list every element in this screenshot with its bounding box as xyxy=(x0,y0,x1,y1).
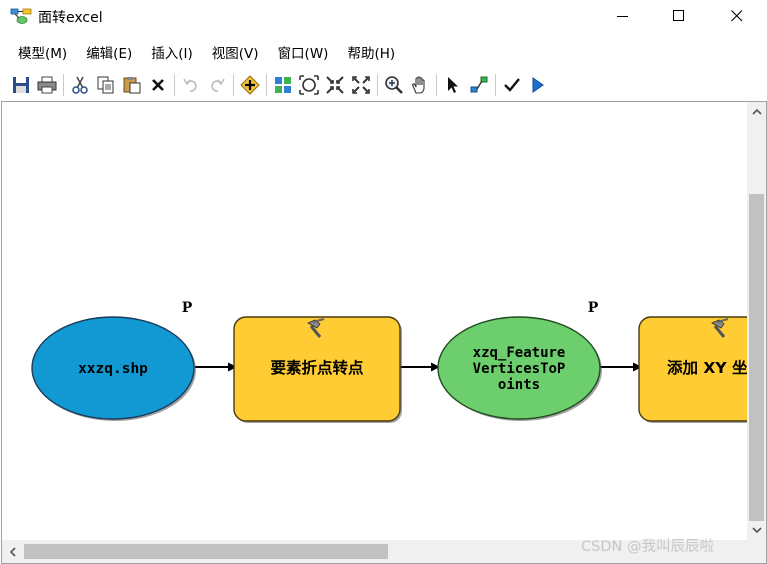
tool-node-label: 添加 XY 坐 xyxy=(667,358,748,377)
fixed-zoom-out-icon xyxy=(352,76,370,94)
cut-button[interactable] xyxy=(67,72,93,98)
toolbar-separator xyxy=(436,74,437,96)
scroll-up-button[interactable] xyxy=(747,102,766,121)
copy-icon xyxy=(97,76,114,94)
derived-data-node[interactable]: xzq_Feature VerticesToP oints xyxy=(437,316,602,421)
save-icon xyxy=(13,77,29,93)
toolbar-separator xyxy=(63,74,64,96)
run-button[interactable] xyxy=(525,72,551,98)
chevron-down-icon xyxy=(751,527,762,534)
toolbar xyxy=(8,70,588,100)
menu-bar: 模型(M) 编辑(E) 插入(I) 视图(V) 窗口(W) 帮助(H) xyxy=(0,38,767,64)
maximize-button[interactable] xyxy=(656,0,702,32)
tool-node-add-xy[interactable]: 添加 XY 坐 xyxy=(638,316,748,423)
connect-icon xyxy=(470,76,488,93)
delete-button[interactable] xyxy=(145,72,171,98)
select-icon xyxy=(448,77,458,93)
parameter-badge: P xyxy=(182,300,193,316)
scroll-left-button[interactable] xyxy=(2,540,22,563)
copy-button[interactable] xyxy=(93,72,119,98)
derived-data-label-line-3: oints xyxy=(498,377,540,393)
input-data-label: xxzq.shp xyxy=(78,361,148,377)
model-diagram: xxzq.shp P 要素折点转点 xzq_Feature VerticesTo… xyxy=(31,300,748,423)
pan-icon xyxy=(412,76,425,94)
connect-button[interactable] xyxy=(466,72,492,98)
title-bar: 面转excel xyxy=(0,0,767,32)
derived-data-label-line-2: VerticesToP xyxy=(473,361,566,377)
zoom-in-icon xyxy=(385,76,403,94)
delete-icon xyxy=(152,79,164,91)
chevron-up-icon xyxy=(751,108,762,115)
toolbar-separator xyxy=(174,74,175,96)
save-button[interactable] xyxy=(8,72,34,98)
maximize-icon xyxy=(673,10,684,21)
horizontal-scroll-thumb[interactable] xyxy=(24,544,388,559)
menu-model[interactable]: 模型(M) xyxy=(12,38,73,64)
input-data-node[interactable]: xxzq.shp xyxy=(31,316,196,421)
zoom-in-button[interactable] xyxy=(381,72,407,98)
chevron-left-icon xyxy=(9,546,16,557)
paste-button[interactable] xyxy=(119,72,145,98)
run-icon xyxy=(532,77,544,93)
scroll-down-button[interactable] xyxy=(747,521,766,540)
print-button[interactable] xyxy=(34,72,60,98)
menu-view[interactable]: 视图(V) xyxy=(206,38,265,64)
menu-insert[interactable]: 插入(I) xyxy=(145,38,199,64)
redo-icon xyxy=(211,78,225,92)
auto-layout-icon xyxy=(275,77,291,93)
menu-edit[interactable]: 编辑(E) xyxy=(80,38,138,64)
full-extent-icon xyxy=(299,75,319,95)
add-data-button[interactable] xyxy=(237,72,263,98)
model-builder-icon xyxy=(10,8,32,24)
menu-help[interactable]: 帮助(H) xyxy=(341,38,401,64)
menu-window[interactable]: 窗口(W) xyxy=(272,38,335,64)
close-icon xyxy=(731,10,743,22)
vertical-scrollbar[interactable] xyxy=(747,102,766,540)
undo-button[interactable] xyxy=(178,72,204,98)
watermark: CSDN @我叫辰辰啦 xyxy=(581,539,714,555)
fixed-zoom-in-icon xyxy=(326,76,344,94)
add-data-icon xyxy=(240,75,260,95)
validate-icon xyxy=(504,78,520,92)
redo-button[interactable] xyxy=(204,72,230,98)
derived-data-label-line-1: xzq_Feature xyxy=(473,345,566,361)
paste-icon xyxy=(123,77,141,94)
auto-layout-button[interactable] xyxy=(270,72,296,98)
select-button[interactable] xyxy=(440,72,466,98)
toolbar-separator xyxy=(266,74,267,96)
validate-button[interactable] xyxy=(499,72,525,98)
fixed-zoom-in-button[interactable] xyxy=(322,72,348,98)
minimize-icon xyxy=(617,16,628,17)
parameter-badge: P xyxy=(588,300,599,316)
cut-icon xyxy=(72,76,88,94)
toolbar-separator xyxy=(233,74,234,96)
pan-button[interactable] xyxy=(407,72,433,98)
window-title: 面转excel xyxy=(38,10,103,26)
full-extent-button[interactable] xyxy=(296,72,322,98)
minimize-button[interactable] xyxy=(600,0,646,32)
tool-node-label: 要素折点转点 xyxy=(270,358,364,377)
fixed-zoom-out-button[interactable] xyxy=(348,72,374,98)
vertical-scroll-thumb[interactable] xyxy=(749,194,764,521)
tool-node-feature-vertices-to-points[interactable]: 要素折点转点 xyxy=(233,316,402,423)
undo-icon xyxy=(183,78,197,92)
toolbar-separator xyxy=(495,74,496,96)
print-icon xyxy=(37,76,57,94)
toolbar-separator xyxy=(377,74,378,96)
close-button[interactable] xyxy=(714,0,760,32)
scrollbar-corner xyxy=(747,540,766,563)
model-canvas[interactable]: xxzq.shp P 要素折点转点 xzq_Feature VerticesTo… xyxy=(1,101,767,564)
